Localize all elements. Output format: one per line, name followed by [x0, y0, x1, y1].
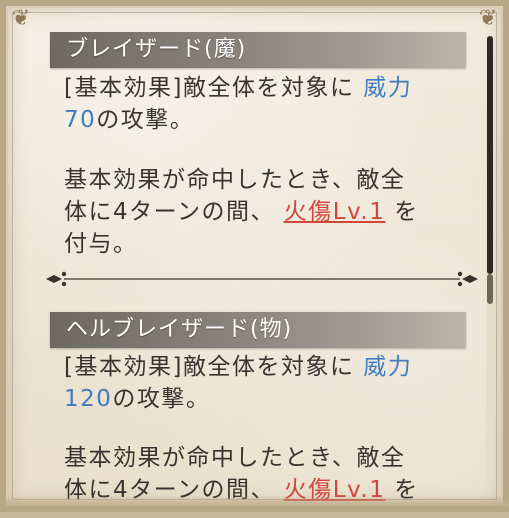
- skill-header: ヘルブレイザード(物): [50, 312, 466, 348]
- skill-description-line: 70の攻撃。: [64, 104, 194, 136]
- effect-text: 体に4ターンの間、: [64, 199, 275, 225]
- effect-text: 基本効果が命中したとき、敵全: [64, 445, 406, 471]
- skill-description-line: [基本効果]敵全体を対象に 威力: [64, 351, 412, 383]
- skill-description-line: 付与。: [64, 228, 138, 260]
- effect-text: の攻撃。: [96, 107, 195, 133]
- power-label: 威力: [363, 354, 413, 380]
- bottom-frame-ornament: [6, 496, 509, 506]
- skill-name: ブレイザード(魔): [66, 37, 247, 62]
- skill-description-line: 基本効果が命中したとき、敵全: [64, 442, 405, 474]
- scrollbar-handle[interactable]: [487, 274, 493, 304]
- skill-list[interactable]: ブレイザード(魔) [基本効果]敵全体を対象に 威力 70の攻撃。 基本効果が命…: [6, 6, 496, 518]
- effect-text: 付与。: [64, 231, 138, 257]
- skill-description-line: 基本効果が命中したとき、敵全: [64, 164, 405, 196]
- skill-description-line: [基本効果]敵全体を対象に 威力: [64, 72, 412, 104]
- effect-text: 基本効果が命中したとき、敵全: [64, 167, 406, 193]
- skill-description-line: 120の攻撃。: [64, 383, 210, 415]
- power-value: 70: [64, 107, 97, 133]
- effect-text: の攻撃。: [112, 386, 211, 412]
- effect-text: [基本効果]敵全体を対象に: [64, 354, 355, 380]
- skill-header: ブレイザード(魔): [50, 32, 466, 68]
- skill-name: ヘルブレイザード(物): [66, 317, 293, 342]
- scrollbar[interactable]: [487, 36, 493, 482]
- effect-text: [基本効果]敵全体を対象に: [64, 75, 355, 101]
- skill-description-line: 体に4ターンの間、 火傷Lv.1 を: [64, 196, 419, 228]
- status-effect-link[interactable]: 火傷Lv.1: [284, 199, 386, 225]
- power-value: 120: [64, 386, 113, 412]
- power-label: 威力: [363, 75, 413, 101]
- scrollbar-thumb[interactable]: [487, 36, 493, 274]
- skill-detail-panel: ❦ ❦ ブレイザード(魔) [基本効果]敵全体を対象に 威力 70の攻撃。 基本…: [0, 0, 509, 512]
- ornamental-divider: [46, 271, 478, 287]
- effect-text: を: [394, 199, 419, 225]
